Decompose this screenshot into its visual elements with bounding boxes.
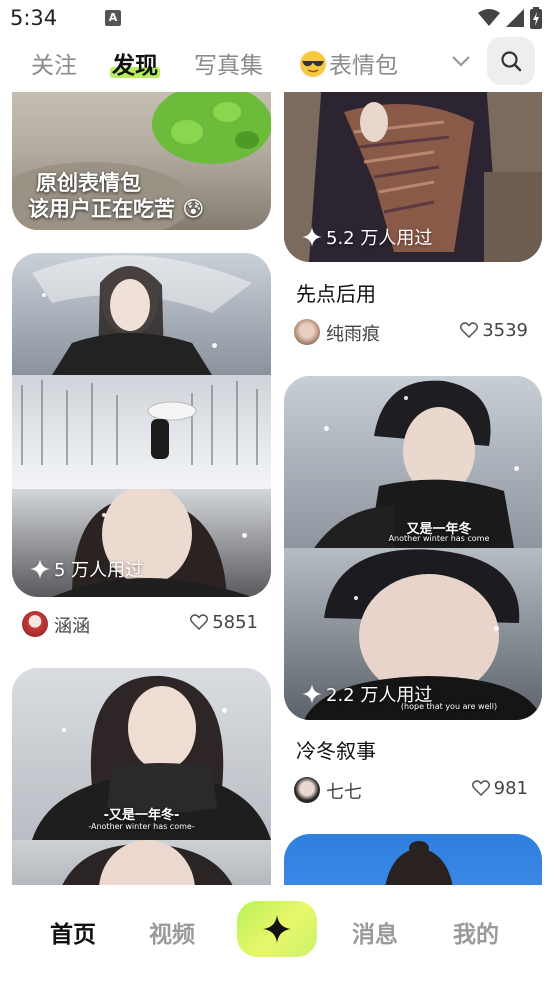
photo-panel-forest bbox=[12, 375, 271, 489]
status-bar: 5:34 A bbox=[0, 0, 554, 36]
boy-caption-en: Another winter has come bbox=[388, 534, 490, 543]
card-image-sticker[interactable]: 原创表情包 该用户正在吃苦 😰 bbox=[12, 92, 271, 230]
card-image-another-winter[interactable]: -又是一年冬- -Another winter has come- bbox=[12, 668, 271, 885]
heart-icon bbox=[471, 780, 490, 797]
status-time: 5:34 bbox=[10, 6, 58, 30]
chevron-down-icon[interactable] bbox=[450, 53, 472, 69]
author-name[interactable]: 七七 bbox=[326, 778, 362, 804]
sparkle-icon bbox=[302, 227, 322, 247]
status-icons bbox=[478, 7, 542, 29]
sparkle-icon bbox=[302, 684, 322, 704]
sticker-caption: 该用户正在吃苦 😰 bbox=[28, 197, 205, 221]
boy-caption-wish: (hope that you are well) bbox=[400, 702, 498, 711]
notification-icon: A bbox=[105, 10, 121, 26]
tab-stickers[interactable]: 表情包 bbox=[299, 46, 398, 80]
blue-card-photo bbox=[385, 841, 453, 885]
card-title[interactable]: 先点后用 bbox=[296, 278, 376, 307]
nav-messages[interactable]: 消息 bbox=[352, 915, 398, 949]
used-count-badge: 5 万人用过 bbox=[30, 556, 143, 582]
snowflake bbox=[212, 343, 217, 348]
winter-girl-closeup bbox=[62, 840, 233, 885]
bottom-nav: 首页 视频 消息 我的 bbox=[0, 885, 554, 984]
umbrella-portrait bbox=[32, 255, 252, 375]
card-image-blue[interactable] bbox=[284, 834, 542, 885]
sweat-emoji-icon: 😰 bbox=[182, 197, 205, 221]
search-button[interactable] bbox=[487, 37, 535, 85]
winter-caption-cn: -又是一年冬- bbox=[103, 808, 180, 823]
like-count[interactable]: 3539 bbox=[460, 320, 528, 341]
card-meta-hanhan: 涵涵 5851 bbox=[22, 611, 258, 639]
tab-photo-album[interactable]: 写真集 bbox=[194, 46, 263, 80]
sunglasses-emoji-icon bbox=[300, 51, 326, 77]
winter-caption-en: -Another winter has come- bbox=[88, 822, 195, 831]
nav-profile[interactable]: 我的 bbox=[453, 915, 499, 949]
like-count[interactable]: 981 bbox=[471, 778, 528, 799]
tab-follow[interactable]: 关注 bbox=[31, 46, 77, 80]
used-count-badge: 5.2 万人用过 bbox=[302, 224, 432, 250]
snowflake bbox=[514, 466, 519, 471]
author-name[interactable]: 涵涵 bbox=[54, 612, 90, 638]
nav-video[interactable]: 视频 bbox=[149, 915, 195, 949]
snowflake bbox=[102, 513, 106, 517]
card-image-snow-girl[interactable]: 5 万人用过 bbox=[12, 253, 271, 597]
battery-icon bbox=[530, 7, 542, 29]
snowflake bbox=[354, 596, 358, 600]
top-tabs: 关注 发现 写真集 表情包 bbox=[0, 36, 554, 92]
snowflake bbox=[404, 396, 408, 400]
avatar[interactable] bbox=[294, 319, 320, 345]
snowflake bbox=[494, 626, 499, 631]
snowflake bbox=[42, 293, 46, 297]
photo-panel-winter-closeup bbox=[12, 840, 271, 885]
snowflake bbox=[62, 728, 66, 732]
snowflake bbox=[222, 708, 227, 713]
wifi-icon bbox=[478, 9, 500, 26]
nav-home[interactable]: 首页 bbox=[50, 915, 96, 949]
heart-icon bbox=[460, 322, 479, 339]
card-image-snow-boy[interactable]: 又是一年冬 Another winter has come 2.2 万人用过 (… bbox=[284, 376, 542, 720]
like-count[interactable]: 5851 bbox=[190, 612, 258, 633]
tab-discover[interactable]: 发现 bbox=[110, 46, 160, 80]
avatar[interactable] bbox=[22, 611, 48, 637]
search-icon bbox=[501, 51, 522, 72]
photo-panel-umbrella bbox=[12, 253, 271, 375]
snowflake bbox=[324, 426, 329, 431]
snowflake bbox=[242, 533, 247, 538]
heart-icon bbox=[190, 614, 209, 631]
sparkle-icon bbox=[263, 915, 291, 943]
sparkle-icon bbox=[30, 559, 50, 579]
card-title[interactable]: 冷冬叙事 bbox=[296, 735, 376, 764]
author-name[interactable]: 纯雨痕 bbox=[326, 320, 380, 346]
signal-icon bbox=[506, 9, 524, 27]
card-meta-qiqi: 七七 981 bbox=[294, 777, 528, 805]
snow-forest-scene bbox=[21, 380, 258, 465]
card-image-scarf[interactable]: 5.2 万人用过 bbox=[284, 92, 542, 262]
feed: 原创表情包 该用户正在吃苦 😰 5 万人用过 涵涵 5851 -又是一年冬- -… bbox=[0, 92, 554, 885]
create-button[interactable] bbox=[237, 901, 317, 957]
avatar[interactable] bbox=[294, 777, 320, 803]
card-meta-chunyuhen: 纯雨痕 3539 bbox=[294, 319, 528, 347]
